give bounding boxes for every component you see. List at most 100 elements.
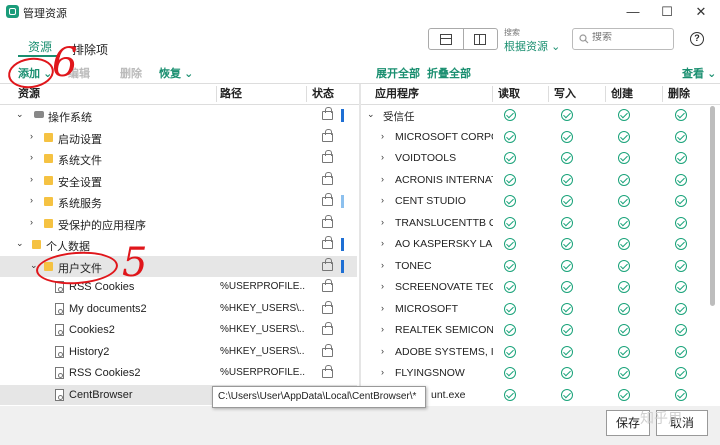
maximize-button[interactable]: ☐ xyxy=(652,2,682,22)
collapse-all-button[interactable]: 折叠全部 xyxy=(427,65,471,81)
column-header-read[interactable]: 读取 xyxy=(498,84,520,104)
app-row[interactable]: › TONEC xyxy=(361,256,707,278)
delete-check-icon[interactable] xyxy=(675,388,687,401)
minimize-button[interactable]: — xyxy=(618,2,648,22)
delete-check-icon[interactable] xyxy=(675,216,687,229)
read-check-icon[interactable] xyxy=(504,152,516,164)
app-row[interactable]: › CENT STUDIO xyxy=(361,191,707,213)
write-check-icon[interactable] xyxy=(561,173,573,186)
read-check-icon[interactable] xyxy=(504,216,516,229)
chevron-down-icon[interactable]: ⌄ xyxy=(16,238,24,249)
app-row[interactable]: › MICROSOFT xyxy=(361,299,707,321)
column-header-delete[interactable]: 删除 xyxy=(668,84,690,104)
search-scope-dropdown[interactable]: 根据资源 ⌄ xyxy=(504,38,560,54)
layout-horizontal-button[interactable] xyxy=(429,29,463,49)
delete-check-icon[interactable] xyxy=(675,367,687,379)
expand-all-button[interactable]: 展开全部 xyxy=(376,65,420,81)
create-check-icon[interactable] xyxy=(618,195,630,207)
chevron-right-icon[interactable]: › xyxy=(381,217,384,227)
app-row[interactable]: › SCREENOVATE TEC... xyxy=(361,277,707,299)
tree-row[interactable]: › 安全设置 xyxy=(0,170,357,192)
read-check-icon[interactable] xyxy=(504,130,516,143)
read-check-icon[interactable] xyxy=(504,281,516,293)
search-box[interactable] xyxy=(572,28,674,50)
write-check-icon[interactable] xyxy=(561,367,573,379)
read-check-icon[interactable] xyxy=(504,302,516,315)
app-row[interactable]: › REALTEK SEMICON... xyxy=(361,320,707,342)
tree-row[interactable]: ⌄ 个人数据 xyxy=(0,234,357,256)
delete-button[interactable]: 删除 xyxy=(120,65,142,81)
write-check-icon[interactable] xyxy=(561,345,573,358)
write-check-icon[interactable] xyxy=(561,281,573,293)
delete-check-icon[interactable] xyxy=(675,324,687,336)
tree-row[interactable]: › 系统服务 xyxy=(0,191,357,213)
read-check-icon[interactable] xyxy=(504,345,516,358)
tree-row[interactable]: RSS Cookies2 %USERPROFILE... xyxy=(0,363,357,385)
read-check-icon[interactable] xyxy=(504,367,516,379)
tree-row[interactable]: › 启动设置 xyxy=(0,127,357,149)
chevron-right-icon[interactable]: › xyxy=(30,195,33,205)
read-check-icon[interactable] xyxy=(504,195,516,207)
column-header-path[interactable]: 路径 xyxy=(220,84,242,104)
write-check-icon[interactable] xyxy=(561,324,573,336)
chevron-right-icon[interactable]: › xyxy=(30,217,33,227)
scrollbar-thumb[interactable] xyxy=(710,106,715,306)
column-header-status[interactable]: 状态 xyxy=(312,84,334,104)
tree-row[interactable]: › 受保护的应用程序 xyxy=(0,213,357,235)
app-row[interactable]: › TRANSLUCENTTB O... xyxy=(361,213,707,235)
search-input[interactable] xyxy=(592,32,672,43)
app-group-row[interactable]: ⌄ 受信任 xyxy=(361,105,707,127)
read-check-icon[interactable] xyxy=(504,238,516,250)
chevron-right-icon[interactable]: › xyxy=(381,281,384,291)
tree-row[interactable]: History2 %HKEY_USERS\... xyxy=(0,342,357,364)
app-row[interactable]: › MICROSOFT CORPO... xyxy=(361,127,707,149)
chevron-down-icon[interactable]: ⌄ xyxy=(16,109,24,120)
create-check-icon[interactable] xyxy=(618,109,630,121)
tree-row[interactable]: › 系统文件 xyxy=(0,148,357,170)
tab-resources[interactable]: 资源 xyxy=(28,38,52,55)
read-check-icon[interactable] xyxy=(504,259,516,272)
chevron-right-icon[interactable]: › xyxy=(381,346,384,356)
write-check-icon[interactable] xyxy=(561,302,573,315)
tree-row[interactable]: Cookies2 %HKEY_USERS\... xyxy=(0,320,357,342)
layout-vertical-button[interactable] xyxy=(462,29,498,49)
create-check-icon[interactable] xyxy=(618,324,630,336)
delete-check-icon[interactable] xyxy=(675,238,687,250)
delete-check-icon[interactable] xyxy=(675,130,687,143)
chevron-right-icon[interactable]: › xyxy=(381,260,384,270)
create-check-icon[interactable] xyxy=(618,302,630,315)
column-header-app[interactable]: 应用程序 xyxy=(375,84,419,104)
delete-check-icon[interactable] xyxy=(675,302,687,315)
write-check-icon[interactable] xyxy=(561,130,573,143)
read-check-icon[interactable] xyxy=(504,109,516,121)
read-check-icon[interactable] xyxy=(504,173,516,186)
chevron-right-icon[interactable]: › xyxy=(381,238,384,248)
read-check-icon[interactable] xyxy=(504,324,516,336)
chevron-right-icon[interactable]: › xyxy=(381,195,384,205)
chevron-right-icon[interactable]: › xyxy=(381,324,384,334)
write-check-icon[interactable] xyxy=(561,388,573,401)
delete-check-icon[interactable] xyxy=(675,152,687,164)
create-check-icon[interactable] xyxy=(618,388,630,401)
write-check-icon[interactable] xyxy=(561,259,573,272)
chevron-down-icon[interactable]: ⌄ xyxy=(367,109,375,120)
create-check-icon[interactable] xyxy=(618,216,630,229)
read-check-icon[interactable] xyxy=(504,388,516,401)
scrollbar[interactable] xyxy=(709,104,716,394)
chevron-right-icon[interactable]: › xyxy=(381,152,384,162)
chevron-right-icon[interactable]: › xyxy=(381,303,384,313)
restore-button[interactable]: 恢复 ⌄ xyxy=(159,65,193,81)
column-header-write[interactable]: 写入 xyxy=(554,84,576,104)
help-icon[interactable]: ? xyxy=(690,32,704,46)
app-row[interactable]: › FLYINGSNOW xyxy=(361,363,707,385)
create-check-icon[interactable] xyxy=(618,130,630,143)
delete-check-icon[interactable] xyxy=(675,345,687,358)
tree-row[interactable]: ⌄ 操作系统 xyxy=(0,105,357,127)
delete-check-icon[interactable] xyxy=(675,195,687,207)
chevron-right-icon[interactable]: › xyxy=(381,131,384,141)
delete-check-icon[interactable] xyxy=(675,281,687,293)
view-button[interactable]: 查看 ⌄ xyxy=(682,65,716,81)
column-header-create[interactable]: 创建 xyxy=(611,84,633,104)
chevron-right-icon[interactable]: › xyxy=(30,152,33,162)
create-check-icon[interactable] xyxy=(618,238,630,250)
